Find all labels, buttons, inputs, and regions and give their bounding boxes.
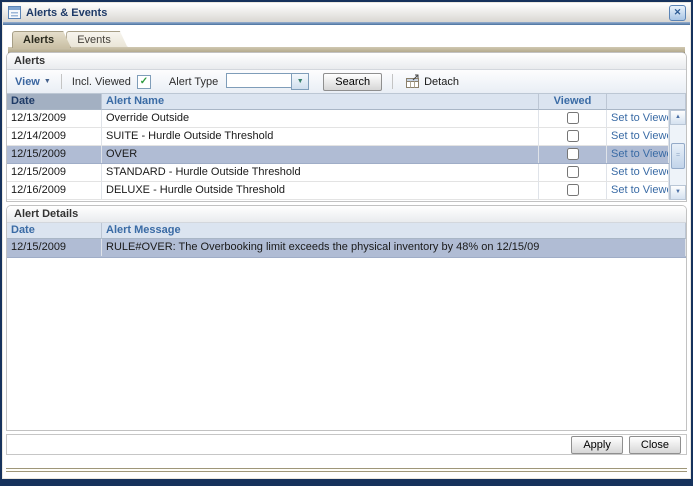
- detach-label: Detach: [424, 76, 459, 88]
- dialog-frame: Alerts & Events ✕ Alerts Events Alerts V…: [2, 2, 691, 479]
- alerts-panel-title: Alerts: [7, 53, 686, 70]
- details-row-selected[interactable]: 12/15/2009 RULE#OVER: The Overbooking li…: [7, 239, 686, 258]
- alerts-table-body: 12/13/2009 Override Outside Set to Viewe…: [7, 110, 686, 200]
- column-header-action: [607, 94, 686, 110]
- cell-alert-name: OVER: [102, 146, 539, 163]
- close-button[interactable]: Close: [629, 436, 681, 454]
- set-to-viewed-link[interactable]: Set to Viewed: [611, 148, 669, 160]
- window-icon: [8, 6, 21, 19]
- column-header-alert-name[interactable]: Alert Name: [102, 94, 539, 110]
- cell-alert-message: RULE#OVER: The Overbooking limit exceeds…: [102, 239, 686, 256]
- detach-icon: [405, 74, 420, 89]
- alerts-panel: Alerts View ▼ Incl. Viewed ✓ Alert Type …: [6, 52, 687, 202]
- scroll-down-icon[interactable]: ▼: [670, 185, 686, 200]
- alert-details-panel: Alert Details Date Alert Message 12/15/2…: [6, 205, 687, 431]
- toolbar-separator: [61, 74, 62, 89]
- close-icon[interactable]: ✕: [669, 5, 686, 21]
- cell-date: 12/14/2009: [7, 128, 102, 145]
- cell-date: 12/16/2009: [7, 182, 102, 199]
- vertical-scrollbar[interactable]: ▲ = ▼: [669, 110, 686, 200]
- alert-type-combobox: ▼: [226, 73, 309, 90]
- cell-alert-name: SUITE - Hurdle Outside Threshold: [102, 128, 539, 145]
- tab-events[interactable]: Events: [66, 31, 128, 48]
- alerts-table-header: Date Alert Name Viewed: [7, 94, 686, 110]
- table-row-selected[interactable]: 12/15/2009 OVER Set to Viewed: [7, 146, 669, 164]
- cell-alert-name: STANDARD - Hurdle Outside Threshold: [102, 164, 539, 181]
- column-header-viewed[interactable]: Viewed: [539, 94, 607, 110]
- table-row[interactable]: 12/14/2009 SUITE - Hurdle Outside Thresh…: [7, 128, 669, 146]
- set-to-viewed-link[interactable]: Set to Viewed: [611, 166, 669, 178]
- table-row[interactable]: 12/15/2009 STANDARD - Hurdle Outside Thr…: [7, 164, 669, 182]
- scrollbar-thumb[interactable]: =: [671, 143, 685, 169]
- incl-viewed-checkbox[interactable]: ✓: [137, 75, 151, 89]
- details-table-header: Date Alert Message: [7, 223, 686, 239]
- cell-date: 12/15/2009: [7, 239, 102, 256]
- column-header-date[interactable]: Date: [7, 223, 102, 239]
- alerts-toolbar: View ▼ Incl. Viewed ✓ Alert Type ▼ Searc…: [7, 70, 686, 94]
- incl-viewed-label: Incl. Viewed: [72, 76, 131, 88]
- dialog-footer: Apply Close: [6, 434, 687, 455]
- detach-button[interactable]: Detach: [405, 74, 459, 89]
- cell-viewed: [539, 146, 607, 163]
- cell-date: 12/15/2009: [7, 164, 102, 181]
- cell-date: 12/13/2009: [7, 110, 102, 127]
- chevron-down-icon: ▼: [44, 78, 51, 85]
- view-menu-label: View: [15, 76, 40, 88]
- alert-type-input[interactable]: [226, 73, 291, 88]
- apply-button[interactable]: Apply: [571, 436, 623, 454]
- view-menu-button[interactable]: View ▼: [15, 76, 51, 88]
- alert-details-panel-title: Alert Details: [7, 206, 686, 223]
- set-to-viewed-link[interactable]: Set to Viewed: [611, 130, 669, 142]
- footer-divider: [6, 468, 687, 472]
- table-row[interactable]: 12/13/2009 Override Outside Set to Viewe…: [7, 110, 669, 128]
- viewed-checkbox[interactable]: [567, 148, 579, 160]
- cell-viewed: [539, 110, 607, 127]
- viewed-checkbox[interactable]: [567, 184, 579, 196]
- set-to-viewed-link[interactable]: Set to Viewed: [611, 112, 669, 124]
- cell-viewed: [539, 182, 607, 199]
- column-header-date[interactable]: Date: [7, 94, 102, 110]
- viewed-checkbox[interactable]: [567, 166, 579, 178]
- tab-bar: Alerts Events: [12, 31, 123, 48]
- tab-alerts[interactable]: Alerts: [12, 31, 71, 48]
- table-row[interactable]: 12/16/2009 DELUXE - Hurdle Outside Thres…: [7, 182, 669, 200]
- cell-date: 12/15/2009: [7, 146, 102, 163]
- cell-alert-name: Override Outside: [102, 110, 539, 127]
- toolbar-separator: [392, 74, 393, 89]
- titlebar-accent-line: [3, 22, 690, 25]
- cell-alert-name: DELUXE - Hurdle Outside Threshold: [102, 182, 539, 199]
- scroll-up-icon[interactable]: ▲: [670, 110, 686, 125]
- alert-type-label: Alert Type: [169, 76, 218, 88]
- column-header-alert-message[interactable]: Alert Message: [102, 223, 686, 239]
- dialog-title: Alerts & Events: [26, 7, 107, 19]
- cell-viewed: [539, 128, 607, 145]
- cell-viewed: [539, 164, 607, 181]
- alerts-events-dialog: Alerts & Events ✕ Alerts Events Alerts V…: [0, 0, 693, 486]
- set-to-viewed-link[interactable]: Set to Viewed: [611, 184, 669, 196]
- viewed-checkbox[interactable]: [567, 130, 579, 142]
- search-button[interactable]: Search: [323, 73, 382, 91]
- dialog-titlebar[interactable]: Alerts & Events ✕: [3, 3, 690, 22]
- viewed-checkbox[interactable]: [567, 112, 579, 124]
- chevron-down-icon[interactable]: ▼: [291, 73, 309, 90]
